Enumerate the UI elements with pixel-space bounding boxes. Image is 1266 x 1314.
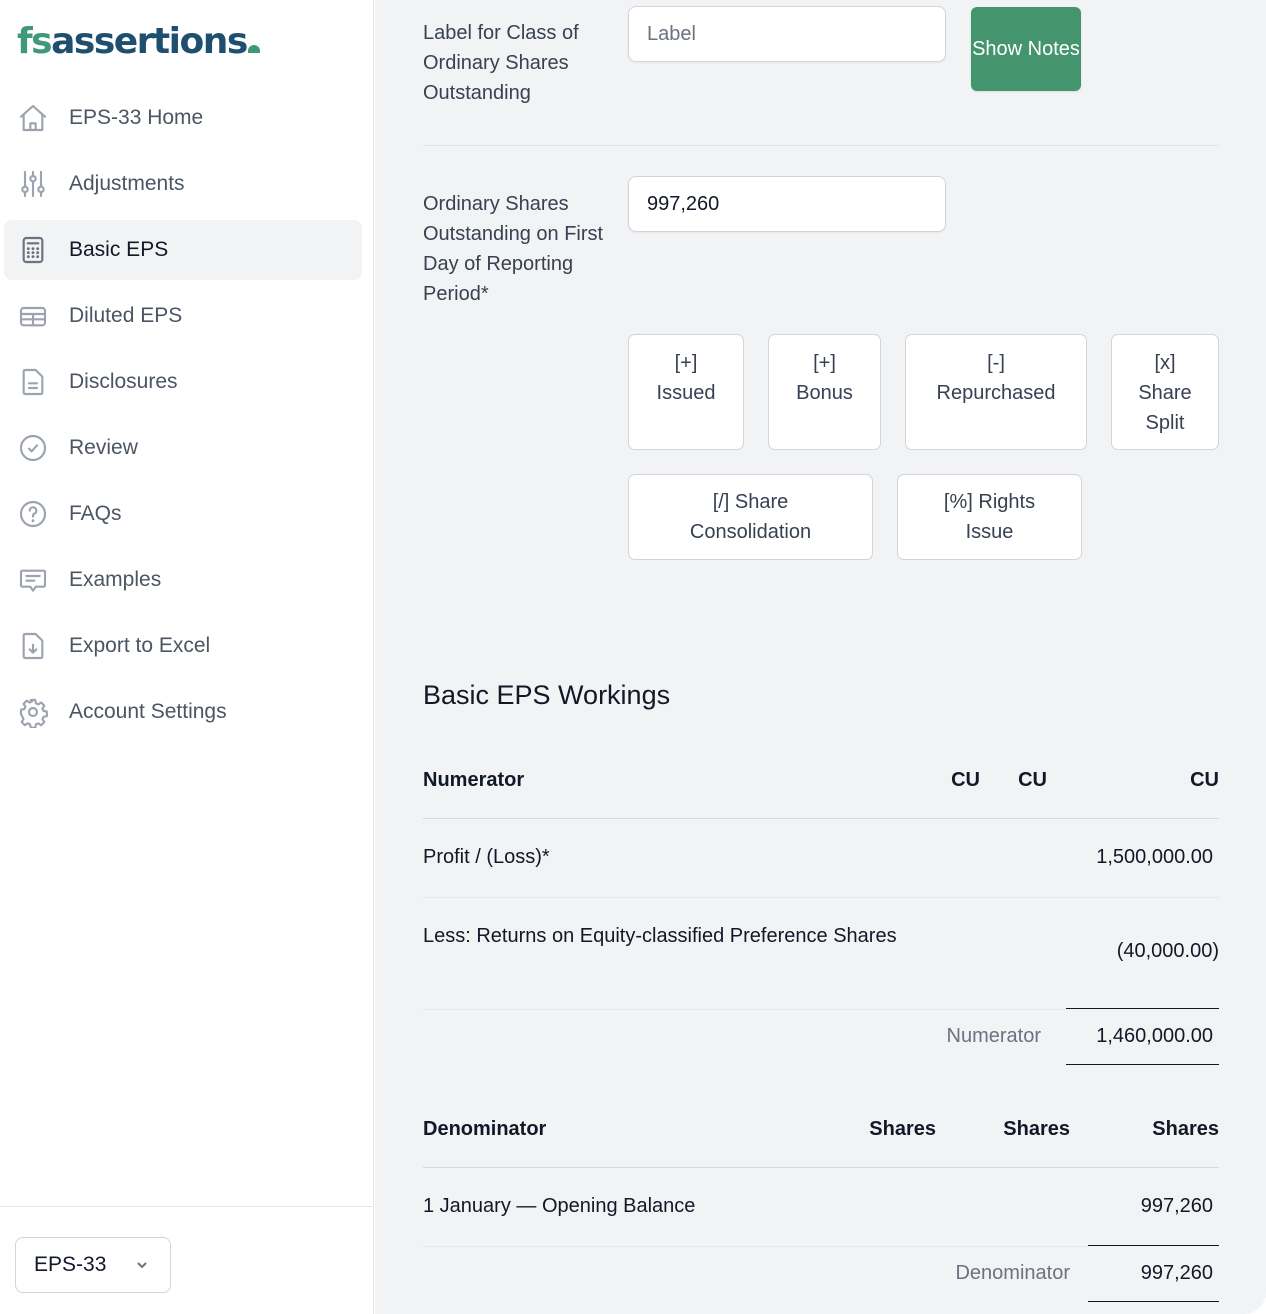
share-split-button[interactable]: [x] Share Split xyxy=(1111,334,1219,450)
opening-balance-label: 1 January — Opening Balance xyxy=(423,1195,696,1217)
header-rule xyxy=(423,818,1219,819)
button-symbol: [-] xyxy=(987,352,1005,374)
calculator-icon xyxy=(17,234,49,266)
standard-select[interactable]: EPS-33 xyxy=(15,1237,171,1293)
sidebar-item-export-to-excel[interactable]: Export to Excel xyxy=(4,616,362,676)
opening-shares-label: Ordinary Shares Outstanding on First Day… xyxy=(423,193,604,305)
sidebar-item-faqs[interactable]: FAQs xyxy=(4,484,362,544)
button-label: Share Split xyxy=(1138,382,1192,434)
home-icon xyxy=(17,102,49,134)
button-text: [%] Rights Issue xyxy=(930,487,1050,547)
share-consolidation-button[interactable]: [/] Share Consolidation xyxy=(628,474,873,560)
denominator-total-value: 997,260 xyxy=(1140,1262,1213,1284)
question-circle-icon xyxy=(17,498,49,530)
sidebar-item-examples[interactable]: Examples xyxy=(4,550,362,610)
button-symbol: [x] xyxy=(1154,352,1176,374)
sidebar-item-account-settings[interactable]: Account Settings xyxy=(4,682,362,742)
bonus-button[interactable]: [+] Bonus xyxy=(768,334,881,450)
button-label: Issued xyxy=(656,382,716,404)
show-notes-button[interactable]: Show Notes xyxy=(971,7,1081,91)
opening-shares-input[interactable] xyxy=(628,176,946,232)
document-icon xyxy=(17,366,49,398)
rights-issue-button[interactable]: [%] Rights Issue xyxy=(897,474,1082,560)
class-label-input[interactable] xyxy=(628,6,946,62)
sidebar-item-home[interactable]: EPS-33 Home xyxy=(4,88,362,148)
denominator-col-2: Shares xyxy=(1003,1118,1070,1140)
sidebar: fsassertions EPS-33 Home Adjustments Bas… xyxy=(0,0,374,1314)
file-download-icon xyxy=(17,630,49,662)
numerator-total-label: Numerator xyxy=(946,1025,1041,1047)
numerator-col-3: CU xyxy=(1190,769,1219,791)
chevron-down-icon xyxy=(132,1255,152,1275)
button-symbol: [+] xyxy=(674,352,698,374)
denominator-total-label: Denominator xyxy=(955,1262,1070,1284)
class-label-field-label: Label for Class of Ordinary Shares Outst… xyxy=(423,22,579,104)
profit-loss-label: Profit / (Loss)* xyxy=(423,846,550,868)
numerator-col-1: CU xyxy=(951,769,980,791)
sidebar-nav: EPS-33 Home Adjustments Basic EPS Dilute… xyxy=(4,88,362,748)
row-rule xyxy=(423,897,1219,898)
numerator-header: Numerator xyxy=(423,769,525,791)
denominator-col-1: Shares xyxy=(869,1118,936,1140)
sidebar-item-label: Diluted EPS xyxy=(69,304,183,327)
chat-icon xyxy=(17,564,49,596)
sidebar-item-label: Disclosures xyxy=(69,370,178,393)
button-label: Bonus xyxy=(796,382,853,404)
sidebar-footer: EPS-33 xyxy=(0,1206,373,1314)
numerator-col-2: CU xyxy=(1018,769,1047,791)
button-symbol: [/] xyxy=(712,491,730,513)
standard-select-value: EPS-33 xyxy=(34,1253,107,1276)
repurchased-button[interactable]: [-] Repurchased xyxy=(905,334,1087,450)
table-icon xyxy=(17,300,49,332)
sidebar-item-label: Examples xyxy=(69,568,162,591)
subtotal-rule xyxy=(1088,1245,1219,1246)
header-rule xyxy=(423,1167,1219,1168)
check-circle-icon xyxy=(17,432,49,464)
row-rule xyxy=(423,1009,1066,1010)
sidebar-item-basic-eps[interactable]: Basic EPS xyxy=(4,220,362,280)
button-text: [/] Share Consolidation xyxy=(671,487,831,547)
button-label: Share Consolidation xyxy=(689,491,812,543)
row-rule xyxy=(423,1246,1088,1247)
issued-button[interactable]: [+] Issued xyxy=(628,334,744,450)
subtotal-rule xyxy=(1066,1008,1219,1009)
sidebar-item-adjustments[interactable]: Adjustments xyxy=(4,154,362,214)
numerator-total-value: 1,460,000.00 xyxy=(1096,1025,1213,1047)
sidebar-item-label: Review xyxy=(69,436,138,459)
button-symbol: [%] xyxy=(943,491,973,513)
sidebar-item-label: EPS-33 Home xyxy=(69,106,204,129)
logo-fs: fs xyxy=(17,21,53,62)
button-label: Repurchased xyxy=(936,382,1056,404)
opening-balance-value: 997,260 xyxy=(1140,1195,1213,1217)
sidebar-item-label: Adjustments xyxy=(69,172,185,195)
sidebar-item-label: Basic EPS xyxy=(69,238,169,261)
workings-title: Basic EPS Workings xyxy=(423,680,671,710)
fsassertions-logo[interactable]: fsassertions xyxy=(17,20,260,64)
sliders-icon xyxy=(17,168,49,200)
sidebar-item-label: Account Settings xyxy=(69,700,227,723)
denominator-col-3: Shares xyxy=(1152,1118,1219,1140)
sidebar-item-label: FAQs xyxy=(69,502,122,525)
sidebar-item-review[interactable]: Review xyxy=(4,418,362,478)
preference-returns-label: Less: Returns on Equity-classified Prefe… xyxy=(423,925,897,947)
total-rule xyxy=(1066,1064,1219,1065)
logo-dot xyxy=(247,45,260,53)
sidebar-item-label: Export to Excel xyxy=(69,634,211,657)
main-content: Label for Class of Ordinary Shares Outst… xyxy=(375,0,1266,1314)
preference-returns-value: (40,000.00) xyxy=(1116,940,1219,962)
profit-loss-value: 1,500,000.00 xyxy=(1096,846,1213,868)
logo-assertions: assertions xyxy=(51,21,248,62)
button-label: Rights Issue xyxy=(965,491,1036,543)
sidebar-item-disclosures[interactable]: Disclosures xyxy=(4,352,362,412)
section-divider xyxy=(423,145,1219,146)
gear-icon xyxy=(17,696,49,728)
denominator-header: Denominator xyxy=(423,1118,547,1140)
sidebar-item-diluted-eps[interactable]: Diluted EPS xyxy=(4,286,362,346)
button-symbol: [+] xyxy=(813,352,836,374)
total-rule xyxy=(1088,1301,1219,1302)
